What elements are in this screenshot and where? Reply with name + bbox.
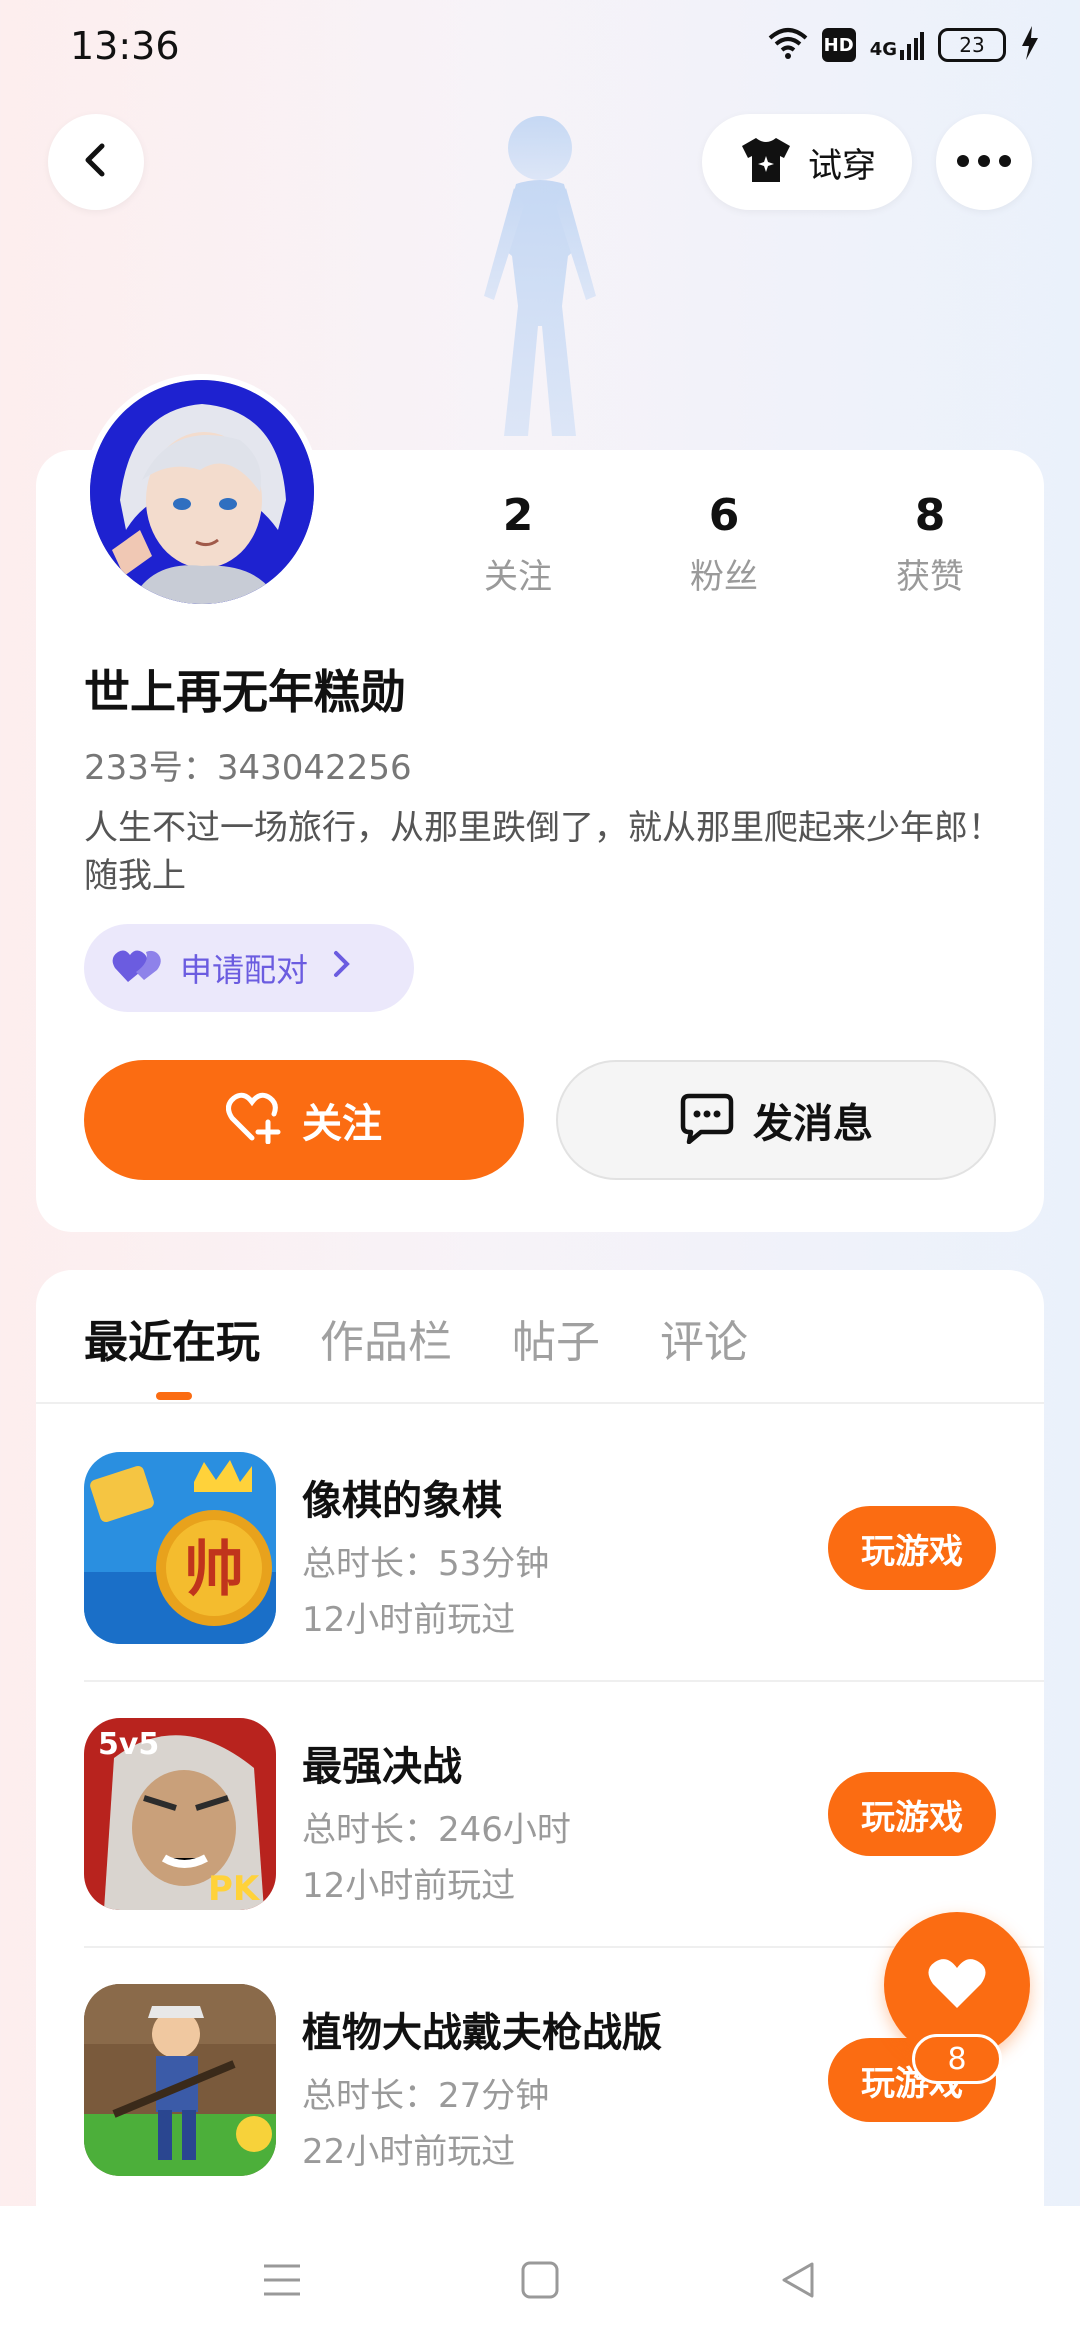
chess-piece-glyph: 帅 <box>184 1535 244 1605</box>
bio: 人生不过一场旅行，从那里跌倒了，就从那里爬起来少年郎！随我上 <box>84 808 1002 896</box>
username: 世上再无年糕勋 <box>84 665 406 719</box>
following-label: 关注 <box>484 557 552 597</box>
wifi-icon <box>768 26 808 64</box>
apply-pair-button[interactable]: 申请配对 <box>84 924 414 1012</box>
fans-count: 6 <box>708 490 740 541</box>
game-title: 最强决战 <box>302 1744 462 1790</box>
list-item[interactable]: 帅 像棋的象棋 总时长：53分钟 12小时前玩过 玩游戏 <box>84 1452 1044 1718</box>
game-title: 像棋的象棋 <box>302 1478 502 1524</box>
fans-label: 粉丝 <box>690 557 758 597</box>
tab-comments[interactable]: 评论 <box>660 1306 748 1370</box>
tshirt-icon <box>738 136 794 188</box>
game-duration: 总时长：53分钟 <box>302 1544 550 1584</box>
tabs-divider <box>36 1402 1044 1404</box>
apply-pair-label: 申请配对 <box>180 951 309 989</box>
back-button[interactable] <box>48 114 144 210</box>
row-divider <box>84 1680 1044 1682</box>
badge-5v5: 5v5 <box>98 1727 159 1762</box>
stat-likes[interactable]: 8 获赞 <box>850 490 1010 598</box>
following-count: 2 <box>502 490 534 541</box>
hearts-icon <box>112 946 164 990</box>
signal-icon: 4G <box>870 30 924 60</box>
game-title: 植物大战戴夫枪战版 <box>302 2010 662 2056</box>
avatar[interactable] <box>84 374 320 610</box>
game-icon-battle: 5v5 PK <box>84 1718 276 1910</box>
heart-plus-icon <box>226 1092 284 1148</box>
stat-fans[interactable]: 6 粉丝 <box>644 490 804 598</box>
follow-label: 关注 <box>302 1101 382 1147</box>
play-game-button[interactable]: 玩游戏 <box>828 1772 996 1856</box>
active-tab-indicator <box>156 1392 192 1400</box>
avatar-figure <box>440 96 640 456</box>
follow-button[interactable]: 关注 <box>84 1060 524 1180</box>
back-arrow-icon <box>76 140 116 184</box>
more-dots-icon <box>956 153 1012 172</box>
hd-badge: HD <box>821 28 856 62</box>
game-icon-plants <box>84 1984 276 2176</box>
like-count-badge: 8 <box>912 2034 1002 2084</box>
likes-count: 8 <box>914 490 946 541</box>
game-icon-chess: 帅 <box>84 1452 276 1644</box>
home-nav-icon[interactable] <box>510 2250 570 2310</box>
back-nav-icon[interactable] <box>768 2250 828 2310</box>
game-last-played: 22小时前玩过 <box>302 2132 516 2172</box>
charging-icon <box>1020 26 1040 64</box>
game-last-played: 12小时前玩过 <box>302 1866 516 1906</box>
tab-bar: 最近在玩 作品栏 帖子 评论 <box>84 1306 748 1370</box>
tab-works[interactable]: 作品栏 <box>320 1306 452 1370</box>
battery-indicator: 23 <box>938 28 1006 62</box>
chat-bubble-icon <box>679 1092 735 1148</box>
tab-posts[interactable]: 帖子 <box>512 1306 600 1370</box>
try-on-label: 试穿 <box>808 145 876 186</box>
send-message-button[interactable]: 发消息 <box>556 1060 996 1180</box>
play-game-button[interactable]: 玩游戏 <box>828 1506 996 1590</box>
user-id: 233号：343042256 <box>84 748 412 788</box>
status-icons: HD 4G 23 <box>768 26 1040 64</box>
chevron-right-icon <box>332 948 352 988</box>
status-time: 13:36 <box>70 24 180 68</box>
likes-label: 获赞 <box>896 557 964 597</box>
game-last-played: 12小时前玩过 <box>302 1600 516 1640</box>
badge-pk: PK <box>208 1869 261 1909</box>
game-duration: 总时长：246小时 <box>302 1810 571 1850</box>
game-duration: 总时长：27分钟 <box>302 2076 550 2116</box>
try-on-button[interactable]: 试穿 <box>702 114 912 210</box>
heart-icon <box>927 1956 987 2014</box>
menu-nav-icon[interactable] <box>252 2250 312 2310</box>
stat-following[interactable]: 2 关注 <box>438 490 598 598</box>
send-message-label: 发消息 <box>753 1101 873 1147</box>
tab-recent-played[interactable]: 最近在玩 <box>84 1306 260 1370</box>
system-nav-bar <box>0 2206 1080 2340</box>
status-bar: 13:36 HD 4G 23 <box>0 0 1080 96</box>
more-options-button[interactable] <box>936 114 1032 210</box>
